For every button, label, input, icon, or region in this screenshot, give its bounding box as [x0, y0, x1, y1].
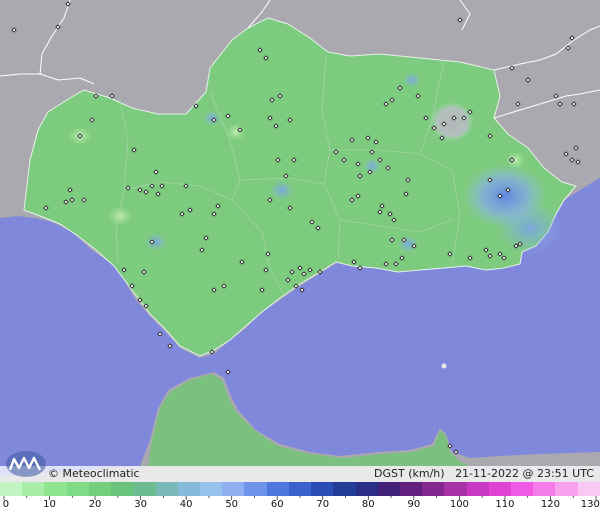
legend-label: 0: [2, 499, 10, 510]
legend-swatch: [444, 482, 467, 496]
color-legend: 0 10 20 30 40 50 60 70 80 90 100 110 120 130: [0, 482, 600, 517]
legend-swatch: [155, 482, 178, 496]
legend-label: 60: [270, 499, 284, 510]
legend-swatch: [466, 482, 489, 496]
legend-swatch: [177, 482, 200, 496]
wind-area: [270, 180, 294, 200]
wind-area: [145, 233, 167, 251]
variable-label: DGST (km/h): [374, 467, 445, 480]
wind-area: [398, 235, 418, 253]
legend-swatch: [66, 482, 89, 496]
calm-area: [506, 151, 526, 169]
legend-swatch: [111, 482, 134, 496]
legend-swatch: [488, 482, 512, 496]
caption-bar: © Meteoclimatic DGST (km/h) 21-11-2022 @…: [0, 466, 600, 482]
legend-label: 120: [540, 499, 560, 510]
meteoclimatic-logo: [4, 448, 48, 478]
legend-swatch: [133, 482, 156, 496]
map: [0, 0, 600, 517]
legend-swatch: [355, 482, 378, 496]
legend-swatch: [266, 482, 289, 496]
legend-swatch: [311, 482, 334, 496]
legend-swatch: [555, 482, 578, 496]
mountain-area: [430, 102, 474, 142]
legend-swatch: [88, 482, 112, 496]
legend-swatch: [577, 482, 600, 496]
legend-label: 20: [88, 499, 102, 510]
legend-swatch: [288, 482, 312, 496]
legend-label: 40: [179, 499, 193, 510]
legend-labels: 0 10 20 30 40 50 60 70 80 90 100 110 120 130: [0, 499, 600, 513]
wind-area: [403, 72, 421, 88]
legend-label: 30: [134, 499, 147, 510]
datetime-label: 21-11-2022 @ 23:51 UTC: [455, 467, 594, 480]
legend-swatch: [399, 482, 423, 496]
legend-label: 110: [495, 499, 515, 510]
legend-swatch: [377, 482, 400, 496]
legend-label: 50: [225, 499, 239, 510]
credit-text: © Meteoclimatic: [48, 467, 140, 480]
legend-color-bar: [0, 482, 600, 496]
legend-swatch: [199, 482, 223, 496]
legend-label: 70: [316, 499, 330, 510]
legend-label: 80: [361, 499, 375, 510]
legend-label: 130: [580, 499, 600, 510]
legend-swatch: [333, 482, 356, 496]
legend-label: 10: [43, 499, 56, 510]
legend-swatch: [244, 482, 267, 496]
legend-swatch: [0, 482, 23, 496]
legend-swatch: [44, 482, 67, 496]
legend-swatch: [22, 482, 45, 496]
timestamp-text: DGST (km/h) 21-11-2022 @ 23:51 UTC: [374, 467, 594, 480]
legend-swatch: [422, 482, 445, 496]
wind-area: [496, 202, 564, 254]
alboran-island: [441, 363, 447, 369]
legend-swatch: [511, 482, 534, 496]
legend-swatch: [222, 482, 245, 496]
legend-label: 100: [449, 499, 469, 510]
legend-swatch: [533, 482, 556, 496]
legend-label: 90: [407, 499, 421, 510]
